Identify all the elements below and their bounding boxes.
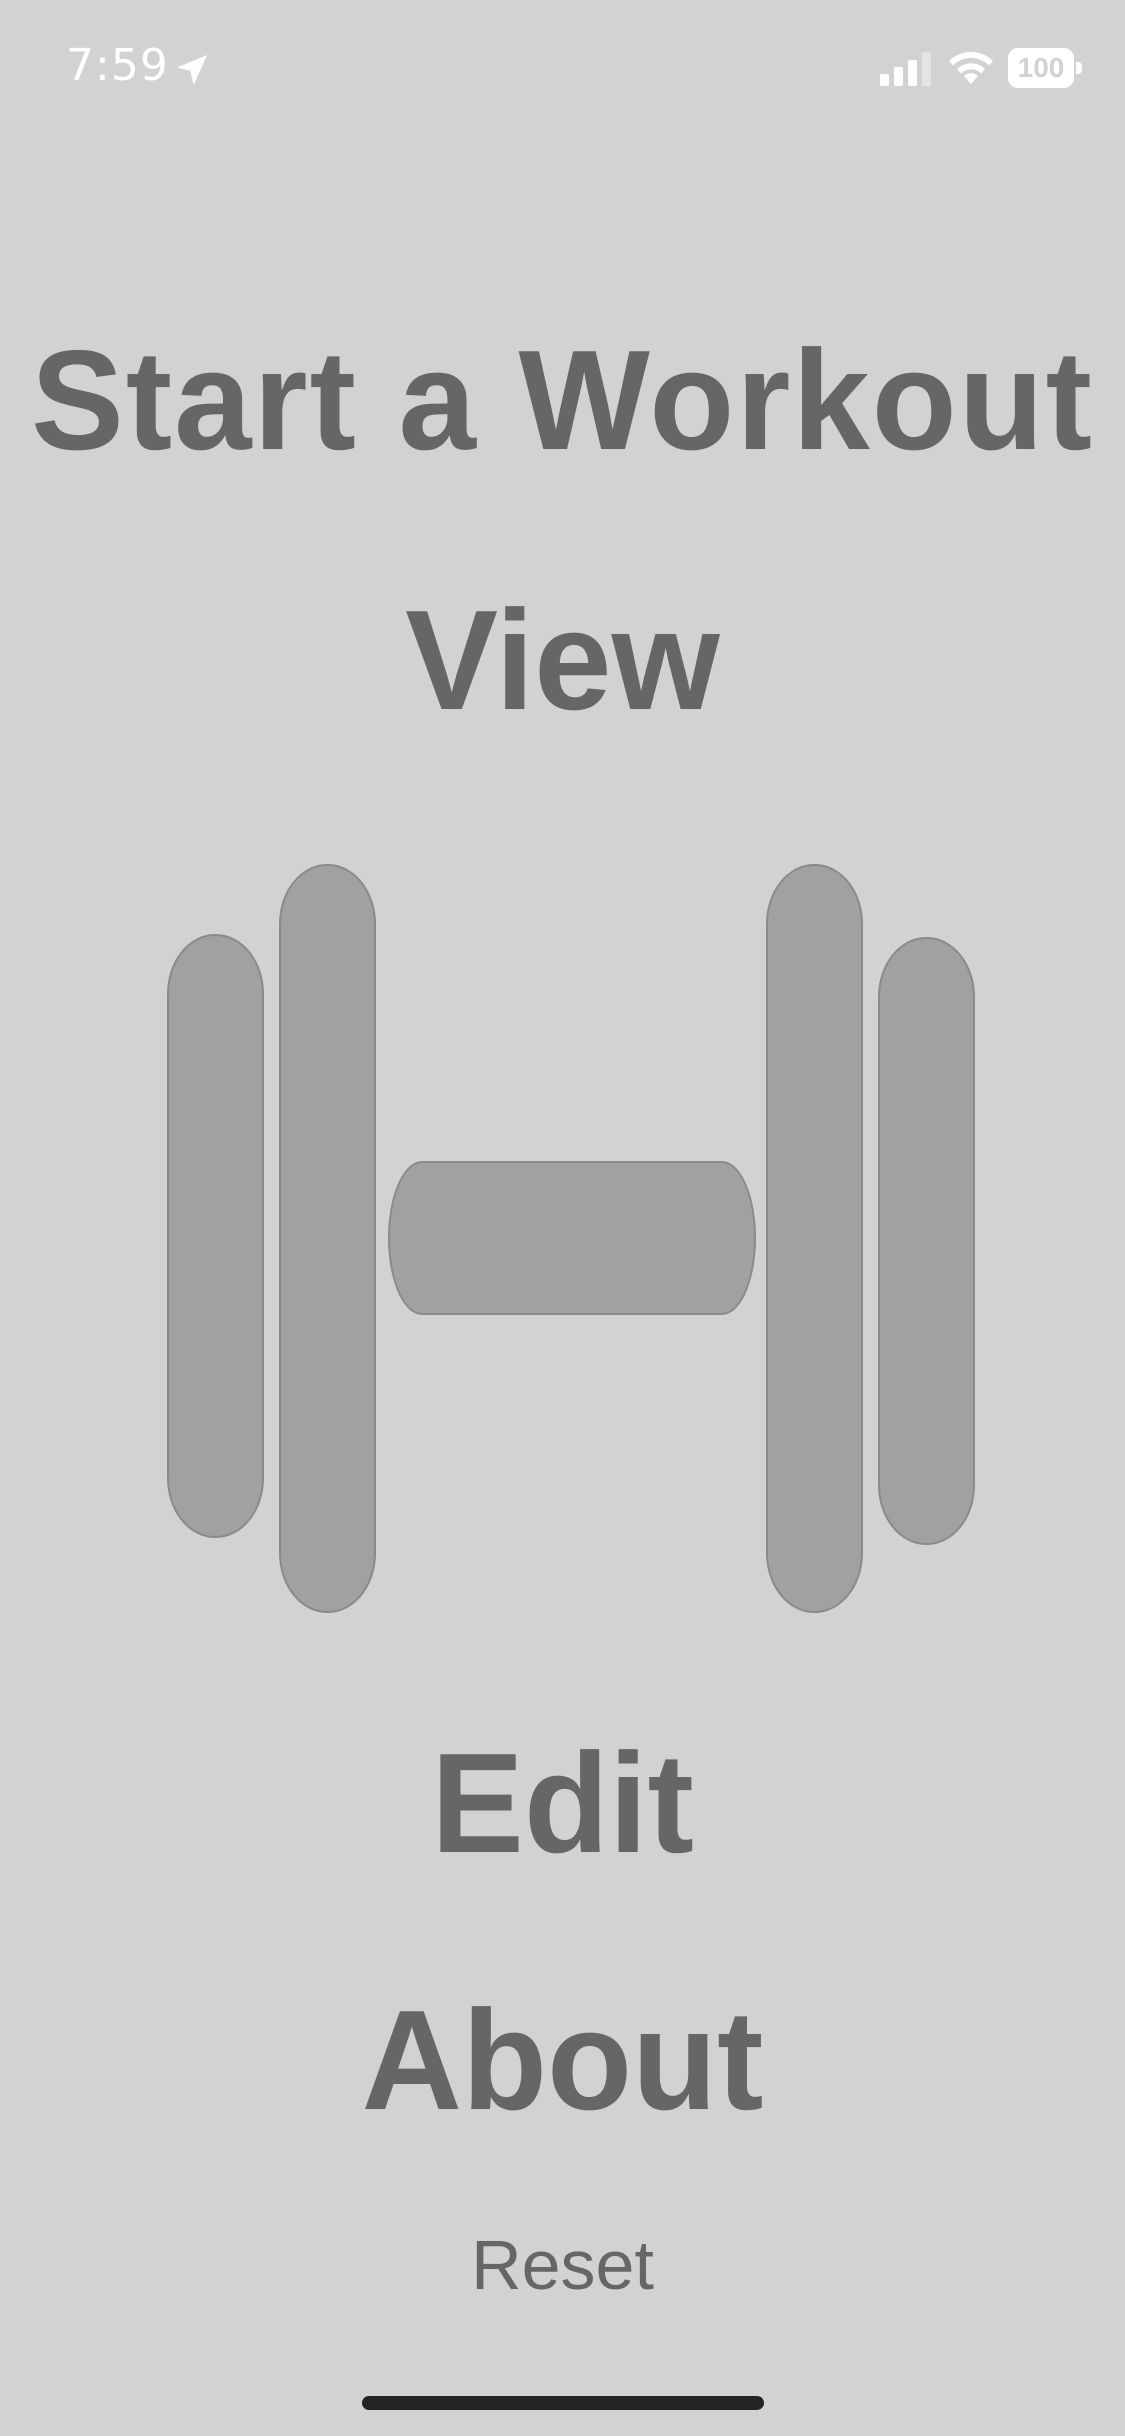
battery-icon: 100 (1008, 48, 1084, 88)
right-outer-plate (878, 937, 975, 1545)
left-inner-plate (279, 864, 376, 1613)
view-button[interactable]: View (11, 590, 1114, 732)
left-outer-plate (167, 934, 264, 1538)
right-inner-plate (766, 864, 863, 1613)
cellular-signal-icon (880, 52, 931, 86)
status-time: 7:59 (66, 40, 169, 91)
dumbbell-handle (388, 1161, 756, 1315)
battery-cap (1076, 62, 1082, 74)
battery-level: 100 (1017, 52, 1065, 83)
status-bar: 7:59 100 (0, 0, 1125, 140)
edit-button[interactable]: Edit (11, 1733, 1114, 1875)
about-button[interactable]: About (11, 1990, 1114, 2132)
home-indicator[interactable] (362, 2396, 764, 2410)
wifi-icon (949, 51, 993, 84)
location-arrow-icon (177, 55, 207, 85)
reset-button[interactable]: Reset (0, 2225, 1125, 2305)
start-workout-button[interactable]: Start a Workout (11, 330, 1114, 472)
